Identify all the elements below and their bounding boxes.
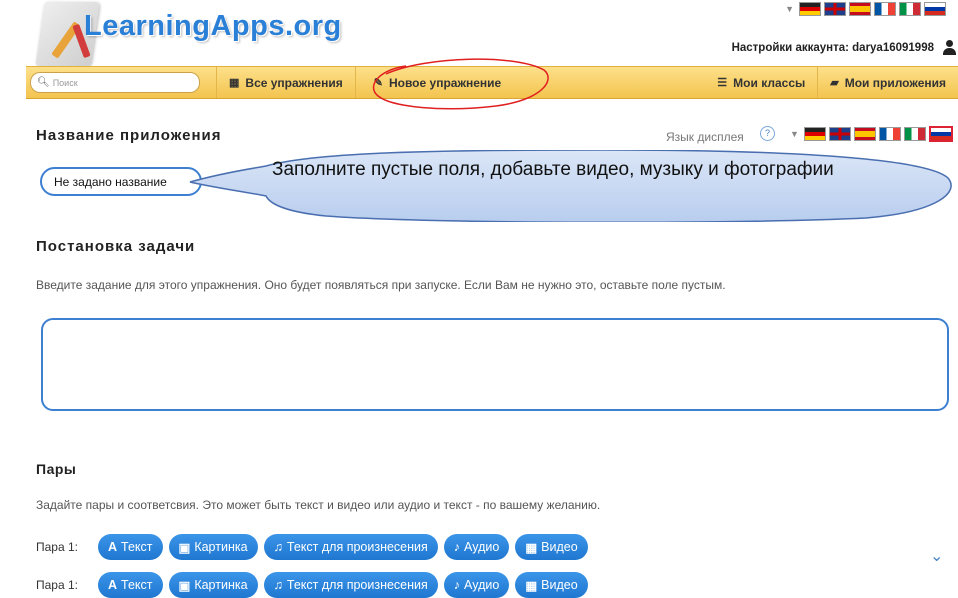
task-hint: Введите задание для этого упражнения. Он… xyxy=(36,278,726,292)
flag-es-icon[interactable] xyxy=(849,2,871,16)
chevron-down-icon[interactable]: ⌄ xyxy=(930,546,943,566)
text-icon: A xyxy=(108,540,118,554)
add-video-button[interactable]: ▦ Видео xyxy=(515,572,588,598)
film-icon: ▦ xyxy=(525,540,538,555)
music-note-icon: ♪ xyxy=(453,578,461,592)
user-icon[interactable] xyxy=(942,40,956,56)
pair-label: Пара 1: xyxy=(36,578,78,592)
annotation-ellipse xyxy=(372,58,549,110)
display-language-selector[interactable]: ▼ xyxy=(790,126,953,142)
add-audio-button[interactable]: ♪ Аудио xyxy=(443,572,510,598)
flag-fr-icon[interactable] xyxy=(874,2,896,16)
add-speech-text-button[interactable]: ♫ Текст для произнесения xyxy=(263,534,438,560)
logo-text: LearningApps.org xyxy=(84,10,342,42)
caret-down-icon[interactable]: ▼ xyxy=(785,4,794,14)
pairs-hint: Задайте пары и соответсвия. Это может бы… xyxy=(36,498,601,512)
image-icon: ▣ xyxy=(178,540,191,555)
add-text-button[interactable]: A Текст xyxy=(98,534,163,560)
grid-icon: ▦ xyxy=(229,77,240,89)
flag-gb-icon[interactable] xyxy=(824,2,846,16)
headphones-icon: ♫ xyxy=(273,578,283,592)
account-settings-link[interactable]: Настройки аккаунта: darya16091998 xyxy=(732,42,934,54)
help-icon[interactable]: ? xyxy=(760,126,775,141)
pair-row: Пара 1: A Текст ▣ Картинка ♫ Текст для прои… xyxy=(36,534,588,560)
flag-gb-icon[interactable] xyxy=(828,127,851,141)
flag-de-icon[interactable] xyxy=(803,127,826,141)
add-image-button[interactable]: ▣ Картинка xyxy=(168,534,258,560)
nav-my-classes[interactable]: ☰ Мои классы xyxy=(705,67,817,98)
display-language-label: Язык дисплея xyxy=(666,130,744,144)
add-video-button[interactable]: ▦ Видео xyxy=(515,534,588,560)
app-name-title: Название приложения xyxy=(36,127,222,144)
flag-fr-icon[interactable] xyxy=(878,127,901,141)
search-input[interactable]: 🔍︎ Поиск xyxy=(30,72,200,93)
headphones-icon: ♫ xyxy=(273,540,283,554)
search-placeholder: Поиск xyxy=(52,77,78,88)
folder-icon: ▰ xyxy=(830,77,839,89)
flag-ru-icon[interactable] xyxy=(928,126,953,142)
nav-my-apps[interactable]: ▰ Мои приложения xyxy=(817,67,958,98)
flag-ru-icon[interactable] xyxy=(924,2,946,16)
music-note-icon: ♪ xyxy=(453,540,461,554)
pair-label: Пара 1: xyxy=(36,540,78,554)
nav-my-apps-label: Мои приложения xyxy=(844,75,946,90)
text-icon: A xyxy=(108,578,118,592)
language-selector-top[interactable]: ▼ xyxy=(785,2,946,16)
caret-down-icon[interactable]: ▼ xyxy=(790,129,799,139)
add-text-button[interactable]: A Текст xyxy=(98,572,163,598)
flag-it-icon[interactable] xyxy=(899,2,921,16)
add-speech-text-button[interactable]: ♫ Текст для произнесения xyxy=(263,572,438,598)
flag-de-icon[interactable] xyxy=(799,2,821,16)
task-textarea[interactable] xyxy=(41,318,949,411)
nav-my-classes-label: Мои классы xyxy=(733,75,806,90)
task-title: Постановка задачи xyxy=(36,238,196,255)
app-title-value: Не задано название xyxy=(54,174,167,189)
flag-it-icon[interactable] xyxy=(903,127,926,141)
callout-text: Заполните пустые поля, добавьте видео, м… xyxy=(272,159,834,180)
flag-es-icon[interactable] xyxy=(853,127,876,141)
pair-row: Пара 1: A Текст ▣ Картинка ♫ Текст для прои… xyxy=(36,572,588,598)
list-icon: ☰ xyxy=(717,77,728,89)
nav-all-exercises[interactable]: ▦ Все упражнения xyxy=(216,67,355,98)
pairs-title: Пары xyxy=(36,461,77,477)
film-icon: ▦ xyxy=(525,578,538,593)
nav-all-exercises-label: Все упражнения xyxy=(245,75,343,90)
add-audio-button[interactable]: ♪ Аудио xyxy=(443,534,510,560)
app-title-input[interactable]: Не задано название xyxy=(40,167,202,196)
search-icon: 🔍︎ xyxy=(37,77,50,88)
image-icon: ▣ xyxy=(178,578,191,593)
add-image-button[interactable]: ▣ Картинка xyxy=(168,572,258,598)
